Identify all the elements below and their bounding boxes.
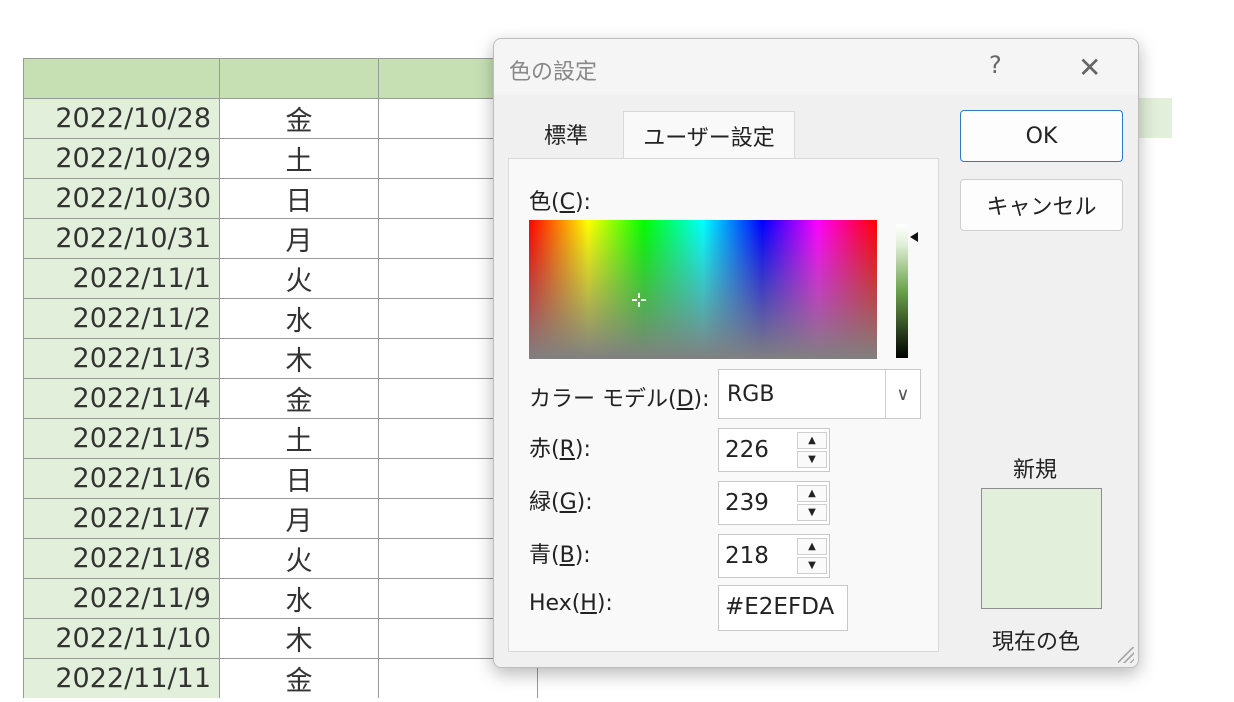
resize-grip-icon[interactable] [1118,647,1134,663]
red-up-icon[interactable]: ▲ [797,432,827,449]
red-label: 赤(R): [529,437,591,462]
color-model-value: RGB [727,382,775,407]
table-row: 2022/11/6 日 [23,458,538,499]
date-cell[interactable]: 2022/10/31 [23,218,220,259]
weekday-cell[interactable]: 土 [219,418,379,459]
cancel-button[interactable]: キャンセル [960,179,1123,231]
weekday-cell[interactable]: 月 [219,498,379,539]
blue-spinner[interactable]: 218 ▲ ▼ [718,534,830,578]
header-cell-b[interactable] [219,58,379,99]
weekday-cell[interactable]: 金 [219,378,379,419]
date-cell[interactable]: 2022/11/10 [23,618,220,659]
color-spectrum[interactable] [529,220,877,359]
weekday-cell[interactable]: 火 [219,538,379,579]
red-value: 226 [725,437,769,463]
tab-standard[interactable]: 標準 [508,111,624,157]
custom-panel: 色(C): カラー モデル(D): RGB ∨ 赤(R): 226 ▲ ▼ 緑(G… [508,158,939,652]
hex-input[interactable]: #E2EFDA [718,585,848,631]
spreadsheet-grid: 2022/10/28 金 2022/10/29 土 2022/10/30 日 2022/10… [23,58,538,698]
hex-label: Hex(H): [529,591,613,616]
luminance-slider[interactable] [896,224,908,358]
header-cell-a[interactable] [23,58,220,99]
table-row: 2022/11/9 水 [23,578,538,619]
crosshair-cursor[interactable] [632,293,646,307]
color-model-select[interactable]: RGB ∨ [718,369,921,419]
green-spinner[interactable]: 239 ▲ ▼ [718,481,830,525]
ok-button[interactable]: OK [960,110,1123,162]
weekday-cell[interactable]: 木 [219,618,379,659]
table-row: 2022/11/11 金 [23,658,538,698]
weekday-cell[interactable]: 水 [219,578,379,619]
date-cell[interactable]: 2022/11/7 [23,498,220,539]
help-button[interactable]: ? [989,51,1002,79]
blue-value: 218 [725,543,769,569]
date-cell[interactable]: 2022/11/5 [23,418,220,459]
color-model-label: カラー モデル(D): [529,387,710,412]
green-value: 239 [725,490,769,516]
blue-label: 青(B): [529,543,591,568]
date-cell[interactable]: 2022/10/29 [23,138,220,179]
table-row: 2022/11/3 木 [23,338,538,379]
date-cell[interactable]: 2022/10/28 [23,98,220,139]
weekday-cell[interactable]: 金 [219,98,379,139]
table-row: 2022/11/2 水 [23,298,538,339]
table-row: 2022/11/5 土 [23,418,538,459]
date-cell[interactable]: 2022/11/4 [23,378,220,419]
color-dialog: 色の設定 ? ✕ 標準 ユーザー設定 色(C): カラー モデル(D): RGB… [493,38,1139,668]
title-bar: 色の設定 ? ✕ [494,39,1138,95]
green-label: 緑(G): [529,490,593,515]
weekday-cell[interactable]: 木 [219,338,379,379]
date-cell[interactable]: 2022/11/8 [23,538,220,579]
date-cell[interactable]: 2022/11/2 [23,298,220,339]
date-cell[interactable]: 2022/11/6 [23,458,220,499]
weekday-cell[interactable]: 日 [219,178,379,219]
date-cell[interactable]: 2022/11/3 [23,338,220,379]
weekday-cell[interactable]: 月 [219,218,379,259]
date-cell[interactable]: 2022/11/11 [23,658,220,698]
header-row [23,58,538,99]
hex-value: #E2EFDA [725,594,835,620]
date-cell[interactable]: 2022/11/9 [23,578,220,619]
table-row: 2022/10/31 月 [23,218,538,259]
date-cell[interactable]: 2022/10/30 [23,178,220,219]
table-row: 2022/10/29 土 [23,138,538,179]
weekday-cell[interactable]: 水 [219,298,379,339]
color-label: 色(C): [529,190,591,215]
table-row: 2022/11/10 木 [23,618,538,659]
weekday-cell[interactable]: 火 [219,258,379,299]
current-color-label: 現在の色 [992,630,1081,655]
chevron-down-icon[interactable]: ∨ [885,370,920,418]
table-row: 2022/10/28 金 [23,98,538,139]
table-row: 2022/11/4 金 [23,378,538,419]
green-down-icon[interactable]: ▼ [797,504,827,521]
weekday-cell[interactable]: 金 [219,658,379,698]
color-preview-swatch [981,488,1102,609]
blue-down-icon[interactable]: ▼ [797,557,827,574]
tab-custom[interactable]: ユーザー設定 [623,111,795,160]
table-row: 2022/11/1 火 [23,258,538,299]
close-button[interactable]: ✕ [1078,51,1101,84]
table-row: 2022/10/30 日 [23,178,538,219]
green-up-icon[interactable]: ▲ [797,485,827,502]
blue-up-icon[interactable]: ▲ [797,538,827,555]
red-down-icon[interactable]: ▼ [797,451,827,468]
weekday-cell[interactable]: 土 [219,138,379,179]
new-color-label: 新規 [1013,458,1058,483]
highlighted-cell[interactable] [1137,98,1172,138]
weekday-cell[interactable]: 日 [219,458,379,499]
dialog-title: 色の設定 [509,60,598,85]
luminance-arrow-icon[interactable] [910,232,918,242]
table-row: 2022/11/7 月 [23,498,538,539]
table-row: 2022/11/8 火 [23,538,538,579]
red-spinner[interactable]: 226 ▲ ▼ [718,428,830,472]
date-cell[interactable]: 2022/11/1 [23,258,220,299]
